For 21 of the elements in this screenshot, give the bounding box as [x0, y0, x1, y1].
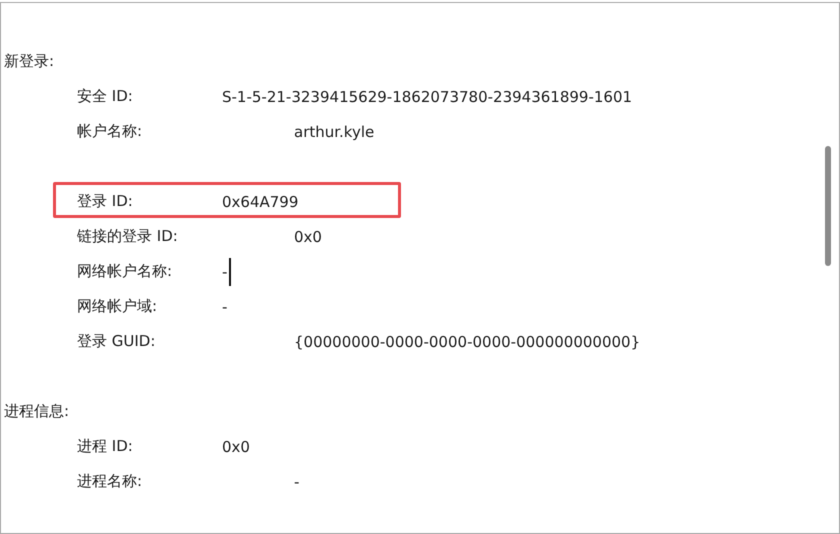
field-label: 进程名称:: [77, 472, 144, 491]
field-value: 0x64A799: [222, 192, 298, 210]
field-value: 0x0: [222, 438, 250, 456]
section-heading: 新登录:: [4, 52, 54, 71]
field-value: -: [294, 472, 300, 490]
field-value: -: [222, 298, 228, 316]
field-label: 网络帐户名称:: [77, 262, 174, 281]
field-value: arthur.kyle: [294, 122, 374, 140]
field-label: 帐户名称:: [77, 122, 144, 141]
field-label: 登录 GUID:: [77, 332, 156, 351]
field-value: -: [222, 262, 228, 280]
field-value: {00000000-0000-0000-0000-000000000000}: [294, 332, 640, 350]
field-value: 0x0: [294, 228, 322, 246]
field-label: 登录 ID:: [77, 192, 134, 211]
section-heading: 进程信息:: [4, 402, 70, 421]
field-value: S-1-5-21-3239415629-1862073780-2394361899-1601: [222, 88, 632, 106]
field-label: 安全 ID:: [77, 87, 134, 106]
field-label: 进程 ID:: [77, 437, 134, 456]
field-label: 网络帐户域:: [77, 297, 158, 316]
field-label: 链接的登录 ID:: [77, 227, 179, 246]
scrollbar-thumb[interactable]: [825, 146, 831, 266]
